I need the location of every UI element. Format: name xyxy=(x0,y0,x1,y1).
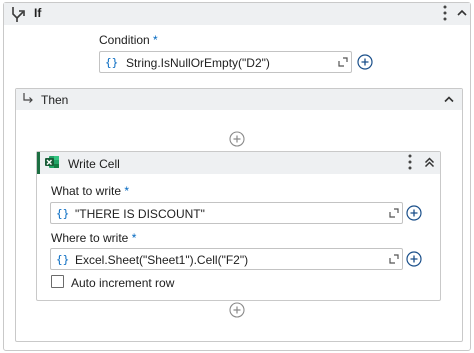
what-to-write-label: What to write * xyxy=(51,184,129,198)
activity-accent-bar xyxy=(37,152,40,174)
if-branch-icon xyxy=(12,7,25,22)
what-to-write-value[interactable]: "THERE IS DISCOUNT" xyxy=(75,207,205,221)
expand-editor-icon[interactable] xyxy=(338,57,348,67)
double-chevron-up-icon[interactable] xyxy=(424,157,435,168)
add-variable-plus-icon[interactable] xyxy=(406,251,422,267)
what-to-write-field[interactable]: {} "THERE IS DISCOUNT" xyxy=(50,202,403,224)
where-to-write-label-text: Where to write xyxy=(51,231,129,245)
vertical-ellipsis-icon[interactable] xyxy=(440,4,450,22)
write-cell-title: Write Cell xyxy=(68,157,120,171)
add-variable-plus-icon[interactable] xyxy=(357,54,373,70)
add-activity-plus-icon[interactable] xyxy=(229,302,245,318)
auto-increment-row-checkbox[interactable] xyxy=(51,275,64,288)
condition-expression-field[interactable]: {} String.IsNullOrEmpty("D2") xyxy=(99,51,352,73)
expand-editor-icon[interactable] xyxy=(389,208,399,218)
add-activity-plus-icon[interactable] xyxy=(229,131,245,147)
then-section-header[interactable] xyxy=(16,89,462,110)
expression-braces-icon: {} xyxy=(105,56,119,69)
expression-braces-icon: {} xyxy=(56,253,70,266)
required-marker: * xyxy=(153,33,158,47)
condition-label-text: Condition xyxy=(99,33,150,47)
chevron-up-icon[interactable] xyxy=(444,95,454,103)
then-section-label: Then xyxy=(41,93,69,107)
if-activity-header[interactable] xyxy=(4,3,470,25)
excel-icon xyxy=(45,156,59,168)
expression-braces-icon: {} xyxy=(56,207,70,220)
required-marker: * xyxy=(131,231,137,245)
then-branch-arrow-icon xyxy=(23,93,33,103)
where-to-write-value[interactable]: Excel.Sheet("Sheet1").Cell("F2") xyxy=(75,253,248,267)
auto-increment-row-label[interactable]: Auto increment row xyxy=(71,276,174,290)
expand-editor-icon[interactable] xyxy=(389,254,399,264)
required-marker: * xyxy=(124,184,130,198)
condition-expression-value[interactable]: String.IsNullOrEmpty("D2") xyxy=(126,56,270,70)
where-to-write-field[interactable]: {} Excel.Sheet("Sheet1").Cell("F2") xyxy=(50,248,403,270)
chevron-up-icon[interactable] xyxy=(457,8,467,18)
where-to-write-label: Where to write * xyxy=(51,231,136,245)
add-variable-plus-icon[interactable] xyxy=(406,205,422,221)
vertical-ellipsis-icon[interactable] xyxy=(405,153,415,171)
what-to-write-label-text: What to write xyxy=(51,184,122,198)
condition-label: Condition * xyxy=(99,33,158,47)
if-activity-title: If xyxy=(34,6,42,20)
